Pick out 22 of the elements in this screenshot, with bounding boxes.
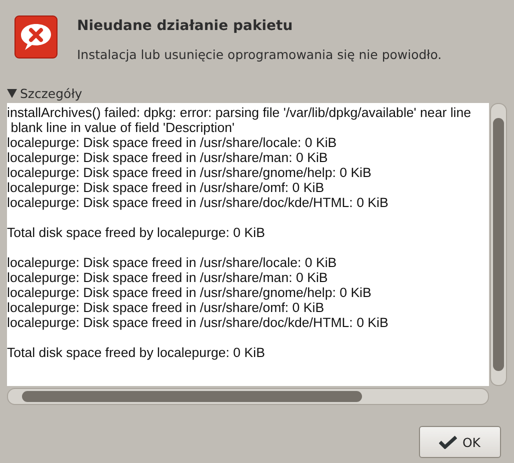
checkmark-icon bbox=[439, 435, 458, 449]
horizontal-scrollbar[interactable] bbox=[7, 388, 489, 405]
ok-button[interactable]: OK bbox=[419, 426, 501, 458]
error-icon bbox=[14, 15, 58, 59]
log-line: localepurge: Disk space freed in /usr/share/omf: 0 KiB bbox=[7, 180, 326, 195]
log-line: installArchives() failed: dpkg: error: parsing file '/var/lib/dpkg/available' near line bbox=[7, 105, 472, 120]
log-line: localepurge: Disk space freed in /usr/share/locale: 0 KiB bbox=[7, 255, 338, 270]
log-line: Total disk space freed by localepurge: 0 KiB bbox=[7, 225, 266, 240]
log-line: Total disk space freed by localepurge: 0 KiB bbox=[7, 345, 266, 360]
log-text-area[interactable] bbox=[7, 103, 489, 386]
dialog-message: Instalacja lub usunięcie oprogramowania się nie powiodło. bbox=[77, 47, 442, 62]
log-line: blank line in value of field 'Description' bbox=[10, 120, 236, 135]
log-line: localepurge: Disk space freed in /usr/share/man: 0 KiB bbox=[7, 270, 329, 285]
log-line: localepurge: Disk space freed in /usr/share/man: 0 KiB bbox=[7, 150, 329, 165]
log-line: localepurge: Disk space freed in /usr/share/locale: 0 KiB bbox=[7, 135, 338, 150]
log-line: localepurge: Disk space freed in /usr/share/gnome/help: 0 KiB bbox=[7, 285, 372, 300]
log-line: localepurge: Disk space freed in /usr/share/gnome/help: 0 KiB bbox=[7, 165, 372, 180]
log-line: localepurge: Disk space freed in /usr/share/doc/kde/HTML: 0 KiB bbox=[7, 195, 390, 210]
log-line: localepurge: Disk space freed in /usr/share/omf: 0 KiB bbox=[7, 300, 326, 315]
dialog-title: Nieudane działanie pakietu bbox=[77, 18, 294, 34]
vertical-scrollbar[interactable] bbox=[490, 103, 507, 386]
log-line: localepurge: Disk space freed in /usr/share/doc/kde/HTML: 0 KiB bbox=[7, 315, 390, 330]
